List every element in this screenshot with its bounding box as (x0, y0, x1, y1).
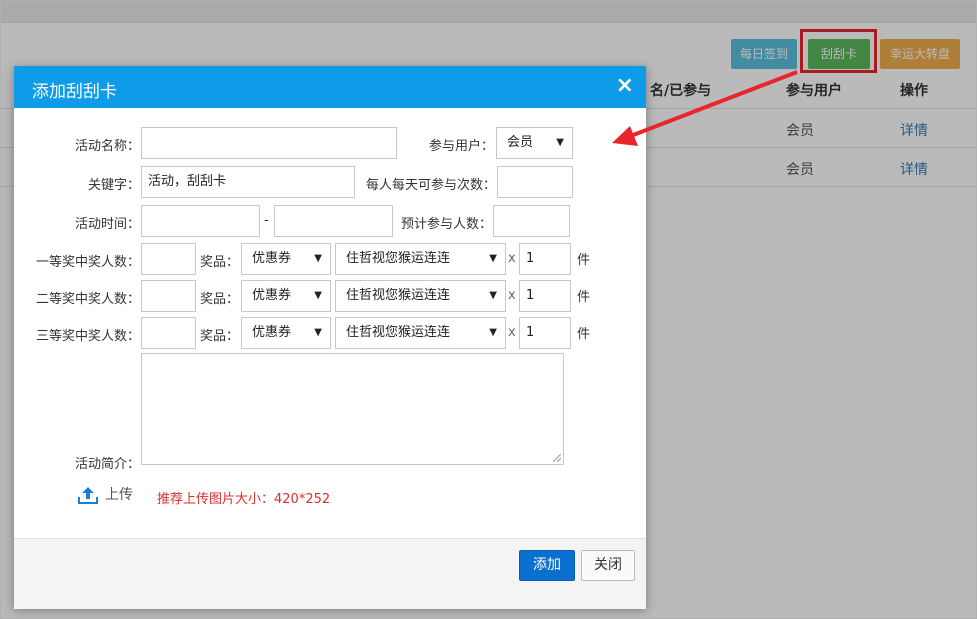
prize-item-value: 住哲视您猴运连连 (346, 251, 451, 266)
prize-item-value: 住哲视您猴运连连 (346, 325, 451, 340)
keyword-label: 关键字： (87, 178, 140, 193)
multiply-sign: x (508, 288, 516, 303)
activity-name-label: 活动名称： (74, 139, 140, 154)
third-prize-quantity-input[interactable]: 1 (519, 317, 571, 349)
second-prize-type-select[interactable]: 优惠券 ▼ (241, 280, 331, 312)
third-prize-type-select[interactable]: 优惠券 ▼ (241, 317, 331, 349)
time-separator: - (264, 213, 269, 228)
expected-people-input[interactable] (493, 205, 570, 237)
end-time-input[interactable] (274, 205, 393, 237)
second-prize-count-label: 二等奖中奖人数： (35, 292, 140, 307)
third-prize-count-input[interactable] (141, 317, 196, 349)
prize-label: 奖品： (200, 255, 240, 270)
upload-size-hint: 推荐上传图片大小：420*252 (157, 492, 331, 507)
prize-type-value: 优惠券 (252, 251, 292, 266)
close-icon[interactable]: × (616, 74, 634, 98)
resize-grip-icon[interactable] (553, 454, 561, 462)
dropdown-arrow-icon: ▼ (314, 327, 322, 338)
prize-label: 奖品： (200, 292, 240, 307)
first-prize-count-label: 一等奖中奖人数： (35, 255, 140, 270)
third-prize-count-label: 三等奖中奖人数： (35, 329, 140, 344)
add-scratch-card-dialog: 添加刮刮卡 × 活动名称： 参与用户： 会员 ▼ 关键字： 活动，刮刮卡 每人每… (14, 66, 646, 609)
activity-intro-textarea[interactable] (141, 353, 564, 465)
keyword-input[interactable]: 活动，刮刮卡 (141, 166, 355, 198)
activity-intro-label: 活动简介： (74, 457, 140, 472)
upload-button[interactable]: 上传 (77, 484, 133, 505)
first-prize-type-select[interactable]: 优惠券 ▼ (241, 243, 331, 275)
add-button[interactable]: 添加 (519, 550, 575, 581)
dropdown-arrow-icon: ▼ (489, 253, 497, 264)
activity-time-label: 活动时间： (74, 217, 140, 232)
second-prize-count-input[interactable] (141, 280, 196, 312)
close-button[interactable]: 关闭 (581, 550, 635, 581)
upload-label: 上传 (105, 487, 133, 503)
daily-times-input[interactable] (497, 166, 573, 198)
dropdown-arrow-icon: ▼ (489, 290, 497, 301)
expected-people-label: 预计参与人数： (400, 217, 492, 232)
multiply-sign: x (508, 251, 516, 266)
daily-times-label: 每人每天可参与次数： (365, 178, 496, 193)
first-prize-count-input[interactable] (141, 243, 196, 275)
dialog-title: 添加刮刮卡 (32, 82, 117, 102)
start-time-input[interactable] (141, 205, 260, 237)
dropdown-arrow-icon: ▼ (556, 137, 564, 148)
upload-icon (78, 487, 98, 504)
participant-select-value: 会员 (507, 135, 534, 150)
dialog-header: 添加刮刮卡 × (14, 66, 646, 108)
participant-select[interactable]: 会员 ▼ (496, 127, 573, 159)
dropdown-arrow-icon: ▼ (314, 290, 322, 301)
prize-item-value: 住哲视您猴运连连 (346, 288, 451, 303)
first-prize-quantity-input[interactable]: 1 (519, 243, 571, 275)
second-prize-item-select[interactable]: 住哲视您猴运连连 ▼ (335, 280, 506, 312)
first-prize-item-select[interactable]: 住哲视您猴运连连 ▼ (335, 243, 506, 275)
prize-label: 奖品： (200, 329, 240, 344)
second-prize-quantity-input[interactable]: 1 (519, 280, 571, 312)
prize-type-value: 优惠券 (252, 325, 292, 340)
unit-label: 件 (577, 327, 591, 342)
multiply-sign: x (508, 325, 516, 340)
participant-label: 参与用户： (428, 139, 494, 154)
third-prize-item-select[interactable]: 住哲视您猴运连连 ▼ (335, 317, 506, 349)
dropdown-arrow-icon: ▼ (314, 253, 322, 264)
activity-name-input[interactable] (141, 127, 397, 159)
unit-label: 件 (577, 253, 591, 268)
prize-type-value: 优惠券 (252, 288, 292, 303)
dropdown-arrow-icon: ▼ (489, 327, 497, 338)
unit-label: 件 (577, 290, 591, 305)
